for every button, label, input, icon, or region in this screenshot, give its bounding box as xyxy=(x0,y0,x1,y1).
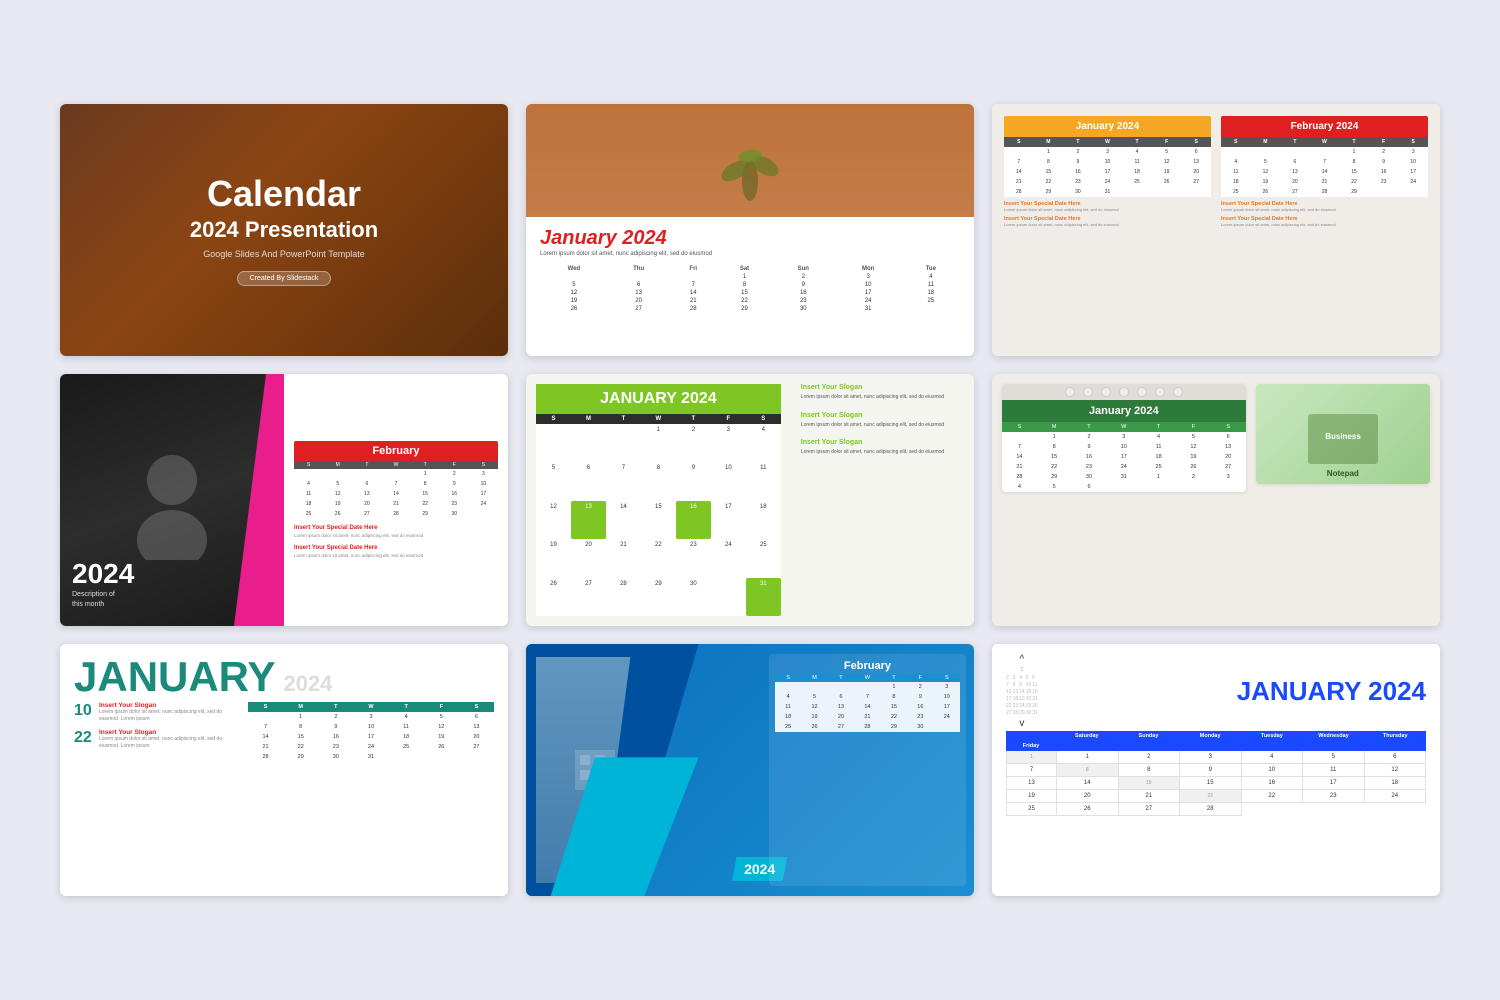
slide-7-events: 10Insert Your SloganLorem ipsum dolor si… xyxy=(74,702,238,884)
slogan-block: Insert Your SloganLorem ipsum dolor sit … xyxy=(801,412,964,430)
slide-3-jan-days: SMTWTFS xyxy=(1004,137,1211,147)
slide-5-days: SMTWTFS xyxy=(536,414,781,424)
slide-2-content: January 2024 Lorem ipsum dolor sit amet,… xyxy=(526,217,974,356)
slide-5-cal: JANUARY 2024 SMTWTFS 1234567891011121314… xyxy=(526,374,791,626)
spiral-hole xyxy=(1155,387,1165,397)
slide-7-days: SMTWTFS xyxy=(248,702,494,712)
spiral-hole xyxy=(1083,387,1093,397)
slide-6: January 2024 SMTWTFS 1234567891011121314… xyxy=(992,374,1440,626)
slide-6-days: SMTWTFS xyxy=(1002,422,1246,432)
slide-2-photo xyxy=(526,104,974,217)
event-item: 22Insert Your SloganLorem ipsum dolor si… xyxy=(74,729,238,750)
slogan-block: Insert Your SloganLorem ipsum dolor sit … xyxy=(801,384,964,402)
slide-4: 2024 Description ofthis month February S… xyxy=(60,374,508,626)
slide-3-jan: January 2024 SMTWTFS 1234567891011121314… xyxy=(1004,116,1211,344)
slide-8-feb-title: February xyxy=(775,660,960,672)
slide-6-notepad-label: Notepad xyxy=(1327,469,1359,478)
slogan-block: Insert Your SloganLorem ipsum dolor sit … xyxy=(801,439,964,457)
slide-4-calendar: February SMTWTFS 12345678910111213141516… xyxy=(284,374,508,626)
slide-1-subtitle: 2024 Presentation xyxy=(190,217,378,243)
slide-9-calendar: SaturdaySundayMondayTuesdayWednesdayThur… xyxy=(1006,731,1426,816)
slide-2: January 2024 Lorem ipsum dolor sit amet,… xyxy=(526,104,974,356)
slide-2-lorem: Lorem ipsum dolor sit amet, nunc adipisc… xyxy=(540,250,960,259)
slide-1-title: Calendar xyxy=(207,174,361,214)
business-icon: Business xyxy=(1303,409,1383,469)
spiral-hole xyxy=(1101,387,1111,397)
spiral-hole xyxy=(1137,387,1147,397)
slide-4-year: 2024 Description ofthis month xyxy=(72,558,134,610)
slide-4-pink-shape xyxy=(234,374,284,626)
slide-1-subtext: Google Slides And PowerPoint Template xyxy=(203,249,364,259)
slide-6-spirals xyxy=(1002,384,1246,400)
slide-8: 2024 February SMTWTFS 123456789101112131… xyxy=(526,644,974,896)
slide-1-badge: Created By Slidestack xyxy=(237,271,332,286)
slide-9-top: ^ 1 23456 7891011 1213141516 1718192021 … xyxy=(1006,654,1426,729)
slide-1: Calendar 2024 Presentation Google Slides… xyxy=(60,104,508,356)
slide-7-cal: SMTWTFS 12345678910111213141516171819202… xyxy=(248,702,494,884)
slide-6-cal-header: January 2024 xyxy=(1002,400,1246,422)
nav-down-arrow[interactable]: v xyxy=(1019,718,1024,729)
slide-8-days: SMTWTFS xyxy=(775,674,960,682)
slide-2-calendar: WedThuFriSatSunMonTue 123456789101112131… xyxy=(540,265,960,313)
slide-5-info: Insert Your SloganLorem ipsum dolor sit … xyxy=(791,374,974,626)
slide-7-dates: 1234567891011121314151617181920212223242… xyxy=(248,712,494,762)
slide-6-dates: 1234567891011121314151617181920212223242… xyxy=(1002,432,1246,492)
slide-4-feb-header: February xyxy=(294,441,498,461)
spiral-hole xyxy=(1173,387,1183,397)
slides-grid: Calendar 2024 Presentation Google Slides… xyxy=(60,104,1440,896)
slide-6-notepad-cal: January 2024 SMTWTFS 1234567891011121314… xyxy=(1002,384,1246,492)
slide-5: JANUARY 2024 SMTWTFS 1234567891011121314… xyxy=(526,374,974,626)
slide-9-title: JANUARY 2024 xyxy=(1038,676,1426,707)
nav-up-arrow[interactable]: ^ xyxy=(1020,654,1025,665)
slide-7: JANUARY 2024 10Insert Your SloganLorem i… xyxy=(60,644,508,896)
slide-8-cal: February SMTWTFS 12345678910111213141516… xyxy=(769,654,966,886)
slide-8-dates: 1234567891011121314151617181920212223242… xyxy=(775,682,960,732)
slide-3-jan-note: Insert Your Special Date Here Lorem ipsu… xyxy=(1004,201,1211,227)
slide-3-feb-note: Insert Your Special Date Here Lorem ipsu… xyxy=(1221,201,1428,227)
slide-3-feb-dates: 1234567891011121314151617181920212223242… xyxy=(1221,147,1428,197)
slide-3-feb: February 2024 SMTWTFS 123456789101112131… xyxy=(1221,116,1428,344)
slide-9: ^ 1 23456 7891011 1213141516 1718192021 … xyxy=(992,644,1440,896)
spiral-hole xyxy=(1065,387,1075,397)
slide-3-jan-dates: 1234567891011121314151617181920212223242… xyxy=(1004,147,1211,197)
slide-9-nav: ^ 1 23456 7891011 1213141516 1718192021 … xyxy=(1006,654,1038,729)
event-item: 10Insert Your SloganLorem ipsum dolor si… xyxy=(74,702,238,723)
spiral-hole xyxy=(1119,387,1129,397)
slide-6-notepad-img: Business Notepad xyxy=(1256,384,1430,484)
slide-2-title: January 2024 xyxy=(540,227,952,250)
slide-5-header: JANUARY 2024 xyxy=(536,384,781,414)
slide-3-jan-header: January 2024 xyxy=(1004,116,1211,137)
svg-text:Business: Business xyxy=(1325,432,1361,441)
slide-3-feb-header: February 2024 xyxy=(1221,116,1428,137)
slide-3: January 2024 SMTWTFS 1234567891011121314… xyxy=(992,104,1440,356)
slide-3-feb-days: SMTWTFS xyxy=(1221,137,1428,147)
slide-5-dates: 1234567891011121314151617181920212223242… xyxy=(536,424,781,616)
person-icon xyxy=(112,440,232,560)
plant-icon xyxy=(710,121,790,201)
slide-7-title: JANUARY 2024 xyxy=(74,656,494,698)
slide-8-geo xyxy=(526,644,772,896)
slide-7-content: 10Insert Your SloganLorem ipsum dolor si… xyxy=(74,702,494,884)
